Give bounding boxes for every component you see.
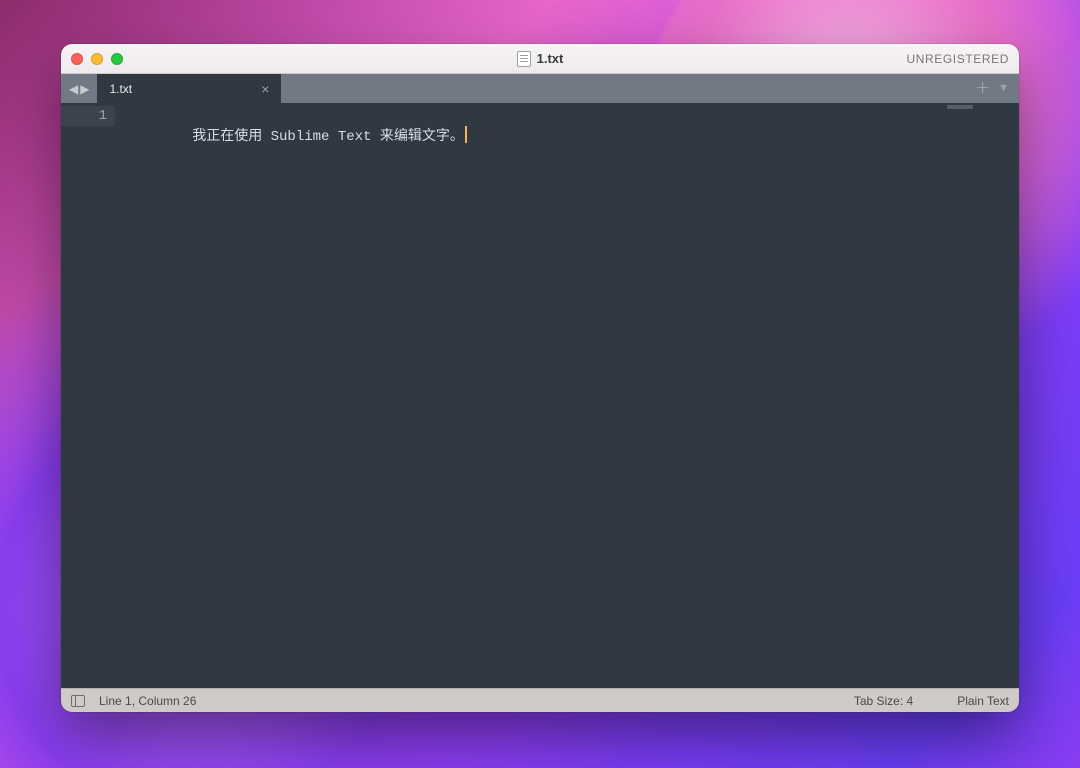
app-window: 1.txt UNREGISTERED ◀ ▶ 1.txt × ＋ ▼ 1 我正在…: [61, 44, 1019, 712]
tab-active[interactable]: 1.txt ×: [97, 74, 281, 103]
minimap-content-icon: [947, 105, 973, 109]
line-number[interactable]: 1: [61, 106, 115, 126]
tab-size[interactable]: Tab Size: 4: [854, 694, 913, 708]
editor-area: 1 我正在使用 Sublime Text 来编辑文字。: [61, 103, 1019, 688]
code-text: 我正在使用 Sublime Text 来编辑文字。: [192, 129, 464, 145]
window-title-text: 1.txt: [537, 51, 564, 66]
tab-actions: ＋ ▼: [965, 74, 1019, 103]
status-bar: Line 1, Column 26 Tab Size: 4 Plain Text: [61, 688, 1019, 712]
code-line: 我正在使用 Sublime Text 来编辑文字。: [125, 106, 929, 167]
syntax-mode[interactable]: Plain Text: [957, 694, 1009, 708]
registration-status[interactable]: UNREGISTERED: [906, 52, 1009, 66]
minimap[interactable]: [929, 103, 1019, 688]
gutter: 1: [61, 103, 119, 688]
sidebar-toggle-icon[interactable]: [71, 695, 85, 707]
code-view[interactable]: 我正在使用 Sublime Text 来编辑文字。: [119, 103, 929, 688]
tab-list-icon[interactable]: ▼: [998, 83, 1009, 94]
cursor-position[interactable]: Line 1, Column 26: [99, 694, 196, 708]
window-title: 1.txt: [61, 44, 1019, 73]
history-back-icon[interactable]: ◀: [69, 83, 78, 95]
close-window-button[interactable]: [71, 53, 83, 65]
minimize-window-button[interactable]: [91, 53, 103, 65]
traffic-lights: [71, 53, 123, 65]
zoom-window-button[interactable]: [111, 53, 123, 65]
text-cursor: [465, 126, 467, 143]
tab-close-icon[interactable]: ×: [259, 81, 271, 97]
history-nav: ◀ ▶: [61, 74, 97, 103]
document-icon: [517, 51, 531, 67]
tab-strip: ◀ ▶ 1.txt × ＋ ▼: [61, 74, 1019, 103]
titlebar[interactable]: 1.txt UNREGISTERED: [61, 44, 1019, 74]
history-forward-icon[interactable]: ▶: [80, 83, 89, 95]
tab-label: 1.txt: [109, 82, 259, 96]
new-tab-icon[interactable]: ＋: [975, 81, 990, 96]
